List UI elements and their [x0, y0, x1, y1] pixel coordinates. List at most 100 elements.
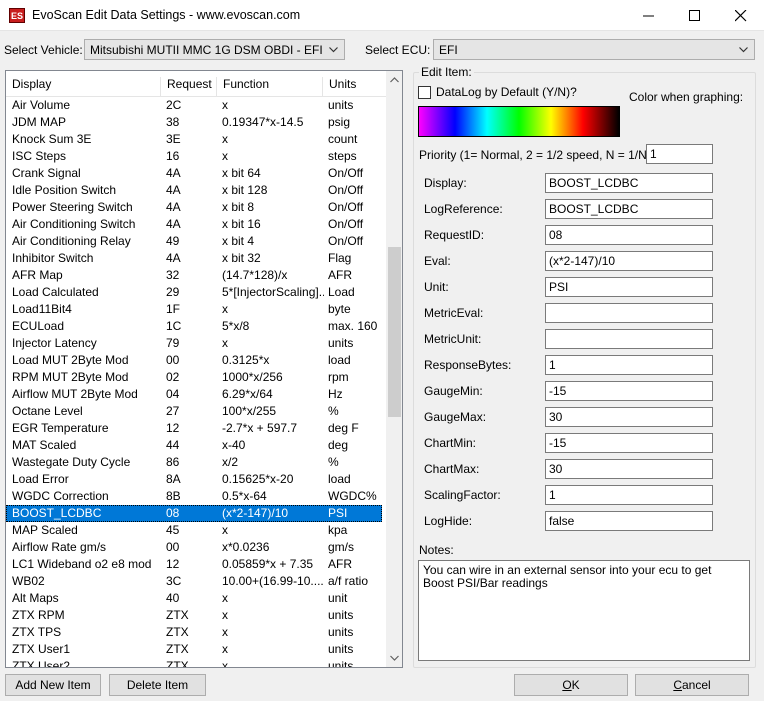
cancel-button[interactable]: Cancel [635, 674, 749, 696]
table-row[interactable]: WGDC Correction 8B 0.5*x-64 WGDC% [6, 488, 382, 505]
cell-request: 4A [166, 166, 181, 180]
table-row[interactable]: Alt Maps 40 x unit [6, 590, 382, 607]
cell-units: On/Off [328, 183, 364, 197]
ecu-select[interactable]: EFI [433, 39, 755, 60]
cell-request: 00 [166, 353, 180, 367]
maximize-icon [689, 10, 700, 21]
table-row[interactable]: AFR Map 32 (14.7*128)/x AFR [6, 267, 382, 284]
cell-function: (14.7*128)/x [222, 268, 288, 282]
maximize-button[interactable] [672, 0, 718, 31]
scroll-down-icon[interactable] [390, 655, 399, 661]
table-row[interactable]: Wastegate Duty Cycle 86 x/2% [6, 454, 382, 471]
ecu-select-value: EFI [439, 43, 458, 57]
ok-button[interactable]: OK [514, 674, 628, 696]
table-row[interactable]: Load Calculated 29 5*[InjectorScaling]... L… [6, 284, 382, 301]
column-header-display[interactable]: Display [6, 77, 160, 97]
field-input-requestid[interactable]: 08 [545, 225, 713, 245]
field-input-eval[interactable]: (x*2-147)/10 [545, 251, 713, 271]
ok-label: K [571, 678, 580, 692]
table-row[interactable]: MAP Scaled 45 x kpa [6, 522, 382, 539]
scrollbar-thumb[interactable] [388, 247, 401, 417]
field-input-gaugemin[interactable]: -15 [545, 381, 713, 401]
ok-mnemonic: O [562, 678, 572, 692]
table-row[interactable]: Load11Bit4 1F x byte [6, 301, 382, 318]
table-row[interactable]: LC1 Wideband o2 e8 mod 12 0.05859*x + 7.35… [6, 556, 382, 573]
field-label: LogReference: [424, 202, 503, 216]
table-row[interactable]: ECULoad 1C 5*x/8 max. 160 [6, 318, 382, 335]
color-picker-gradient[interactable] [418, 106, 620, 137]
table-row[interactable]: Crank Signal 4A x bit 64 On/Off [6, 165, 382, 182]
table-scrollbar[interactable] [386, 71, 402, 667]
scroll-up-icon[interactable] [390, 77, 399, 83]
field-input-metricunit[interactable] [545, 329, 713, 349]
table-row[interactable]: Airflow MUT 2Byte Mod 04 6.29*x/64 Hz [6, 386, 382, 403]
cell-request: 00 [166, 540, 180, 554]
table-row[interactable]: Air Volume 2C x units [6, 97, 382, 114]
datalog-checkbox[interactable] [418, 86, 431, 99]
table-row[interactable]: Inhibitor Switch 4A x bit 32 Flag [6, 250, 382, 267]
close-button[interactable] [718, 0, 764, 31]
table-row[interactable]: JDM MAP 38 0.19347*x-14.5 psig [6, 114, 382, 131]
field-input-unit[interactable]: PSI [545, 277, 713, 297]
cell-display: Knock Sum 3E [12, 132, 92, 146]
table-row[interactable]: ISC Steps 16 x steps [6, 148, 382, 165]
cell-function: x [222, 336, 228, 350]
table-row[interactable]: RPM MUT 2Byte Mod 02 1000*x/256 rpm [6, 369, 382, 386]
table-row[interactable]: ZTX RPM ZTX x units [6, 607, 382, 624]
field-input-responsebytes[interactable]: 1 [545, 355, 713, 375]
field-input-display[interactable]: BOOST_LCDBC [545, 173, 713, 193]
cell-display: Airflow Rate gm/s [12, 540, 107, 554]
column-header-request[interactable]: Request [160, 77, 216, 97]
cell-units: deg F [328, 421, 359, 435]
table-row[interactable]: Load Error 8A 0.15625*x-20 load [6, 471, 382, 488]
vehicle-select[interactable]: Mitsubishi MUTII MMC 1G DSM OBDI - EFI [84, 39, 345, 60]
cell-request: 2C [166, 98, 182, 112]
table-row[interactable]: EGR Temperature 12 -2.7*x + 597.7 deg F [6, 420, 382, 437]
table-row[interactable]: Octane Level 27 100*x/255% [6, 403, 382, 420]
table-row[interactable]: Airflow Rate gm/s 00 x*0.0236 gm/s [6, 539, 382, 556]
table-row[interactable]: ZTX User1 ZTX x units [6, 641, 382, 658]
field-input-gaugemax[interactable]: 30 [545, 407, 713, 427]
table-row[interactable]: Knock Sum 3E 3E x count [6, 131, 382, 148]
cell-units: byte [328, 302, 351, 316]
delete-item-button[interactable]: Delete Item [109, 674, 206, 696]
minimize-button[interactable] [626, 0, 672, 31]
priority-input[interactable]: 1 [646, 144, 713, 164]
column-header-units[interactable]: Units [322, 77, 386, 97]
cell-function: -2.7*x + 597.7 [222, 421, 298, 435]
table-row[interactable]: ZTX TPS ZTX x units [6, 624, 382, 641]
cell-display: JDM MAP [12, 115, 66, 129]
field-input-scalingfactor[interactable]: 1 [545, 485, 713, 505]
cell-display: WB02 [12, 574, 45, 588]
cell-display: Octane Level [12, 404, 83, 418]
field-label: ScalingFactor: [424, 488, 501, 502]
table-row[interactable]: Air Conditioning Switch 4A x bit 16 On/Off [6, 216, 382, 233]
table-row[interactable]: Load MUT 2Byte Mod 00 0.3125*x load [6, 352, 382, 369]
table-row[interactable]: BOOST_LCDBC 08 (x*2-147)/10 PSI [6, 505, 382, 522]
cell-function: x [222, 608, 228, 622]
cell-units: psig [328, 115, 351, 129]
table-row[interactable]: WB02 3C 10.00+(16.99-10.... a/f ratio [6, 573, 382, 590]
cell-function: x bit 128 [222, 183, 268, 197]
field-input-metriceval[interactable] [545, 303, 713, 323]
cell-display: Injector Latency [12, 336, 97, 350]
field-input-logreference[interactable]: BOOST_LCDBC [545, 199, 713, 219]
table-row[interactable]: ZTX User2 ZTX x units [6, 658, 382, 668]
data-items-table[interactable]: Display Request Function Units Air Volum… [5, 70, 403, 668]
cell-units: On/Off [328, 166, 364, 180]
table-row[interactable]: Injector Latency 79 x units [6, 335, 382, 352]
cell-display: Load MUT 2Byte Mod [12, 353, 129, 367]
cell-display: ZTX User2 [12, 659, 71, 668]
field-input-loghide[interactable]: false [545, 511, 713, 531]
field-input-chartmax[interactable]: 30 [545, 459, 713, 479]
table-row[interactable]: Power Steering Switch 4A x bit 8 On/Off [6, 199, 382, 216]
notes-textarea[interactable]: You can wire in an external sensor into … [418, 560, 750, 661]
cell-request: 40 [166, 591, 180, 605]
column-header-function[interactable]: Function [216, 77, 322, 97]
add-new-item-button[interactable]: Add New Item [5, 674, 101, 696]
table-row[interactable]: MAT Scaled 44 x-40 deg [6, 437, 382, 454]
cell-function: 6.29*x/64 [222, 387, 273, 401]
field-input-chartmin[interactable]: -15 [545, 433, 713, 453]
table-row[interactable]: Idle Position Switch 4A x bit 128 On/Off [6, 182, 382, 199]
table-row[interactable]: Air Conditioning Relay 49 x bit 4 On/Off [6, 233, 382, 250]
